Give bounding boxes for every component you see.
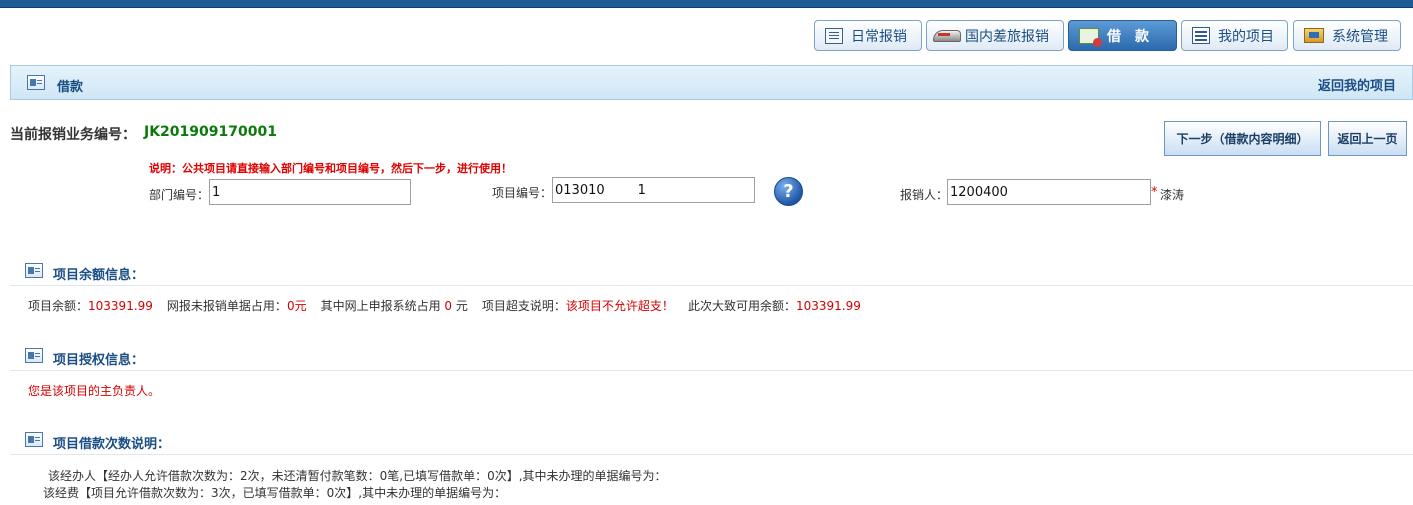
reimburser-input[interactable] <box>947 179 1151 205</box>
nav-projects-label: 我的项目 <box>1218 28 1274 45</box>
dept-number-input[interactable] <box>209 179 411 205</box>
card-icon <box>27 75 45 90</box>
authorization-section-header: 项目授权信息： <box>10 339 1413 371</box>
computer-icon <box>1304 28 1324 43</box>
project-number-label: 项目编号： <box>492 186 553 200</box>
online-occupied-label: 其中网上申报系统占用 <box>320 299 441 313</box>
required-mark: * <box>1151 185 1158 200</box>
balance-info-line: 项目余额：103391.99 网报未报销单据占用：0元 其中网上申报系统占用 0 元… <box>28 297 861 314</box>
balance-section-title: 项目余额信息： <box>53 268 145 283</box>
nav-loan-label: 借 款 <box>1107 28 1149 45</box>
card-icon <box>25 432 43 447</box>
top-bar <box>0 0 1413 8</box>
page-header: 借款 返回我的项目 <box>10 65 1413 100</box>
online-occupied-value: 0 <box>444 299 453 313</box>
balance-value: 103391.99 <box>88 299 153 313</box>
list-icon <box>1192 27 1210 44</box>
train-icon <box>933 29 961 42</box>
notebook-icon <box>825 27 843 44</box>
nav-my-projects[interactable]: 我的项目 <box>1181 20 1288 51</box>
unreimbursed-value: 0元 <box>286 299 307 313</box>
loan-count-section-title: 项目借款次数说明： <box>53 437 171 452</box>
loan-count-section-header: 项目借款次数说明： <box>10 423 1413 455</box>
nav-loan[interactable]: 借 款 <box>1068 20 1177 51</box>
handler-loan-count-text: 该经办人【经办人允许借款次数为：2次，未还清暂付款笔数：0笔,已填写借款单：0次… <box>48 469 667 483</box>
reimburser-name: 漆涛 <box>1160 188 1185 202</box>
nav-system-admin[interactable]: 系统管理 <box>1293 20 1401 51</box>
nav-admin-label: 系统管理 <box>1332 28 1388 45</box>
reimburser-label: 报销人： <box>900 188 949 202</box>
nav-travel-label: 国内差旅报销 <box>965 28 1049 45</box>
loan-icon <box>1079 27 1102 47</box>
online-occupied-unit: 元 <box>455 299 468 313</box>
overdraft-value: 该项目不允许超支！ <box>565 299 674 313</box>
overdraft-label: 项目超支说明： <box>481 299 566 313</box>
unreimbursed-label: 网报未报销单据占用： <box>166 299 287 313</box>
project-number-input[interactable] <box>552 177 755 203</box>
authorization-section-title: 项目授权信息： <box>53 353 145 368</box>
nav-domestic-travel[interactable]: 国内差旅报销 <box>926 20 1064 51</box>
authorization-text: 您是该项目的主负责人。 <box>28 384 161 398</box>
balance-label: 项目余额： <box>28 299 89 313</box>
page-title: 借款 <box>57 80 84 95</box>
nav-daily-label: 日常报销 <box>851 28 907 45</box>
project-loan-count-text: 该经费【项目允许借款次数为：3次，已填写借款单：0次】,其中未办理的单据编号为： <box>43 486 507 500</box>
next-step-button[interactable]: 下一步（借款内容明细） <box>1164 121 1321 156</box>
dept-number-label: 部门编号： <box>149 188 210 202</box>
available-label: 此次大致可用余额： <box>687 299 796 313</box>
back-to-projects-link[interactable]: 返回我的项目 <box>1318 75 1396 94</box>
business-number-value: JK201909170001 <box>144 124 277 140</box>
business-number-label: 当前报销业务编号： <box>10 127 136 143</box>
balance-section-header: 项目余额信息： <box>10 254 1413 286</box>
help-icon[interactable]: ? <box>774 177 803 206</box>
card-icon <box>25 348 43 363</box>
card-icon <box>25 263 43 278</box>
available-value: 103391.99 <box>795 299 861 313</box>
instruction-note: 说明：公共项目请直接输入部门编号和项目编号，然后下一步，进行使用！ <box>149 162 512 175</box>
nav-daily-reimbursement[interactable]: 日常报销 <box>814 20 922 51</box>
back-button[interactable]: 返回上一页 <box>1328 121 1407 156</box>
